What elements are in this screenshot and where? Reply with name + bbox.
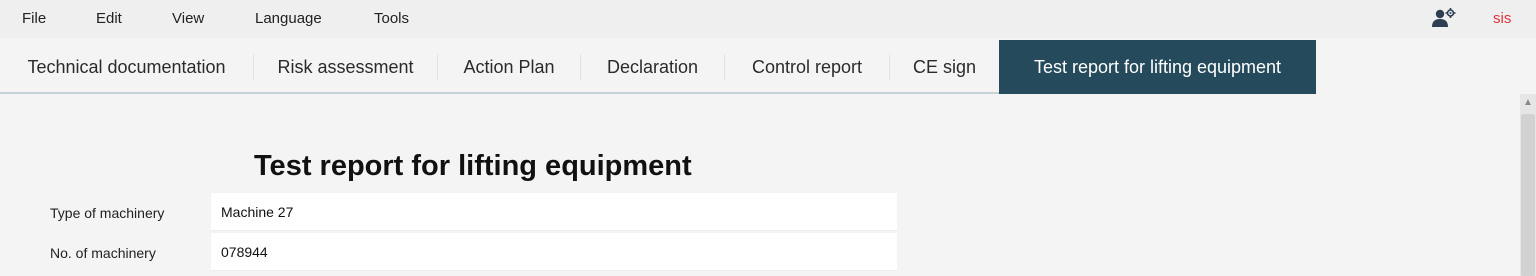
menu-view[interactable]: View (172, 10, 204, 27)
menu-tools[interactable]: Tools (374, 10, 409, 27)
scrollbar-thumb[interactable] (1521, 114, 1535, 276)
tab-test-report-lifting-equipment[interactable]: Test report for lifting equipment (999, 40, 1316, 94)
menu-bar: File Edit View Language Tools sis (0, 0, 1536, 38)
menu-edit[interactable]: Edit (96, 10, 122, 27)
tab-ce-sign[interactable]: CE sign (890, 40, 999, 94)
no-of-machinery-input[interactable] (211, 233, 897, 271)
tab-technical-documentation[interactable]: Technical documentation (0, 40, 253, 94)
tab-declaration[interactable]: Declaration (581, 40, 724, 94)
user-name[interactable]: sis (1493, 10, 1511, 27)
no-of-machinery-label: No. of machinery (50, 245, 156, 261)
tab-control-report[interactable]: Control report (725, 40, 889, 94)
tab-action-plan[interactable]: Action Plan (438, 40, 580, 94)
scroll-up-arrow-icon[interactable]: ▲ (1522, 96, 1534, 110)
tab-bar: Technical documentation Risk assessment … (0, 40, 1536, 94)
user-settings-icon[interactable] (1432, 8, 1456, 28)
menu-language[interactable]: Language (255, 10, 322, 27)
type-of-machinery-input[interactable] (211, 193, 897, 231)
page-title: Test report for lifting equipment (254, 150, 692, 182)
menu-file[interactable]: File (22, 10, 46, 27)
tab-risk-assessment[interactable]: Risk assessment (254, 40, 437, 94)
type-of-machinery-label: Type of machinery (50, 205, 165, 221)
